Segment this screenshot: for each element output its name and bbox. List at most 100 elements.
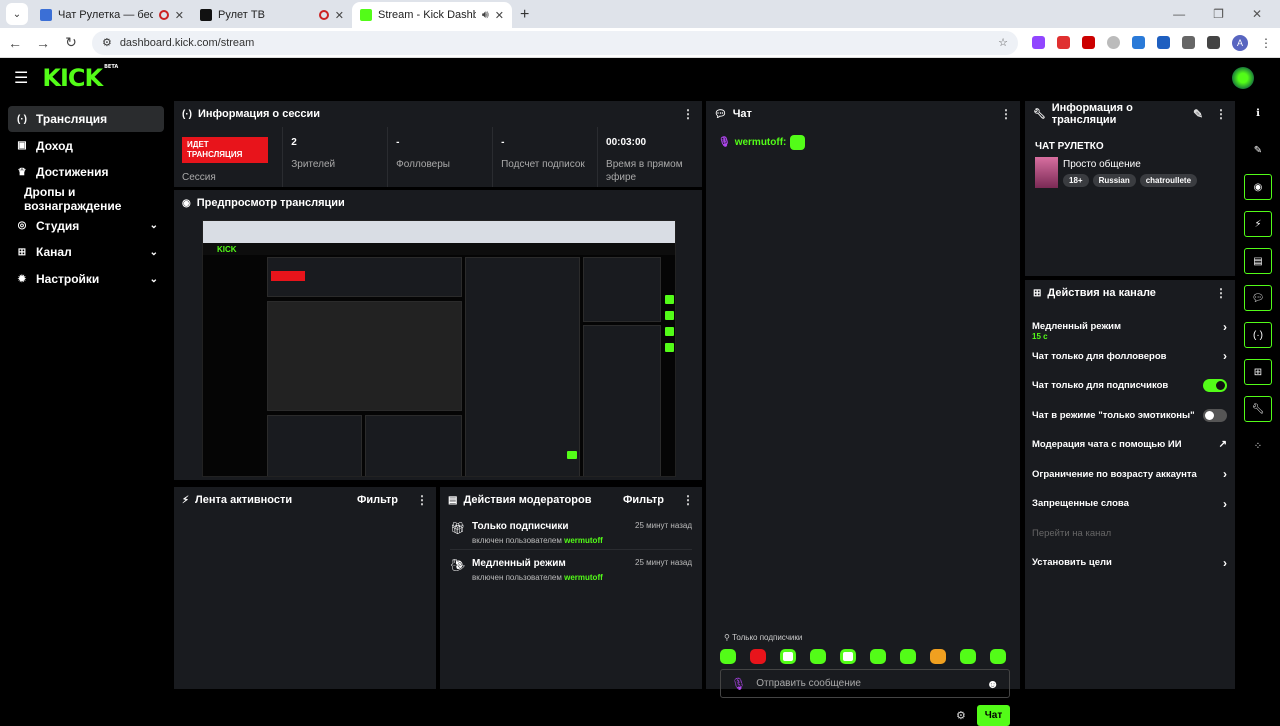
slow-mode-action[interactable]: Медленный режим 15 с › (1025, 312, 1235, 342)
ai-moderation-action[interactable]: Модерация чата с помощью ИИ ↗ (1025, 430, 1235, 460)
sidebar-item-settings[interactable]: ✹ Настройки ⌄ (8, 266, 164, 292)
tab-search-icon[interactable]: ⌄ (6, 3, 28, 25)
category-thumbnail (1035, 157, 1058, 188)
send-chat-button[interactable]: Чат (977, 705, 1010, 726)
wrench-icon[interactable]: 🔧︎ (1244, 396, 1272, 422)
address-bar[interactable]: ⚙ dashboard.kick.com/stream ☆ (91, 30, 1018, 55)
filter-button[interactable]: Фильтр (357, 494, 398, 506)
emote-icon[interactable] (810, 649, 826, 664)
new-tab-button[interactable]: + (520, 6, 529, 24)
emote-icon[interactable] (930, 649, 946, 664)
chat-settings-icon[interactable]: ⚙ (956, 709, 966, 722)
emote-only-toggle[interactable] (1203, 408, 1227, 422)
circle-extension-icon[interactable] (1107, 36, 1120, 49)
vpn-extension-icon[interactable] (1157, 36, 1170, 49)
youtube-extension-icon[interactable] (1082, 36, 1095, 49)
stream-category[interactable]: Просто общение (1063, 159, 1141, 170)
shield-extension-icon[interactable] (1057, 36, 1070, 49)
emote-icon[interactable] (900, 649, 916, 664)
emote-icon[interactable] (840, 649, 856, 664)
channel-actions-panel: ⊞ Действия на канале ⋮ Медленный режим 15… (1025, 280, 1235, 689)
tab-title: Рулет ТВ (218, 9, 265, 21)
minimize-icon[interactable]: — (1173, 7, 1185, 21)
emote-icon[interactable] (780, 649, 796, 664)
speaker-icon[interactable]: 🔊︎ (482, 9, 489, 22)
layout-icon[interactable]: ⁘ (1244, 433, 1272, 459)
document-icon[interactable]: ▤ (1244, 248, 1272, 274)
chat-input[interactable]: 🎙︎ Отправить сообщение ☻ (720, 669, 1010, 698)
sidebar-item-drops[interactable]: Дропы и вознаграждение (8, 185, 164, 213)
browser-tab-3[interactable]: Stream - Kick Dashboard 🔊︎ ✕ (352, 2, 512, 28)
preview-toggle-icon[interactable]: ◉ (1244, 174, 1272, 200)
media-icon[interactable] (1207, 36, 1220, 49)
more-options-icon[interactable]: ⋮ (682, 107, 694, 121)
panel-header: ▤ Действия модераторов Фильтр ⋮ (440, 487, 702, 513)
chat-mode-label: ⚲ Только подписчики (724, 633, 803, 642)
banned-words-action[interactable]: Запрещенные слова › (1025, 489, 1235, 519)
sidebar-item-stream[interactable]: (·) Трансляция (8, 106, 164, 132)
more-options-icon[interactable]: ⋮ (416, 493, 428, 507)
channel-icon[interactable]: ⊞ (1244, 359, 1272, 385)
followers-only-action[interactable]: Чат только для фолловеров › (1025, 342, 1235, 372)
chat-icon[interactable]: 💬︎ (1244, 285, 1272, 311)
session-info-panel: (·) Информация о сессии ⋮ ИДЕТ ТРАНСЛЯЦИ… (174, 101, 702, 187)
profile-avatar[interactable]: A (1232, 34, 1248, 51)
back-icon[interactable]: ← (8, 35, 22, 51)
forward-icon[interactable]: → (36, 35, 50, 51)
mod-action-time: 25 минут назад (635, 558, 692, 567)
sidebar-item-achievements[interactable]: ♛ Достижения (8, 159, 164, 185)
recording-icon (158, 10, 169, 20)
download-extension-icon[interactable] (1132, 36, 1145, 49)
edit-icon[interactable]: ✎ (1193, 107, 1203, 121)
panel-header: ◉ Предпросмотр трансляции (174, 190, 702, 216)
sidebar-item-studio[interactable]: ◎ Студия ⌄ (8, 213, 164, 239)
more-options-icon[interactable]: ⋮ (682, 493, 694, 507)
mod-action-user[interactable]: wermutoff (564, 573, 603, 582)
info-icon[interactable]: ℹ (1244, 100, 1272, 126)
emote-icon[interactable] (960, 649, 976, 664)
account-age-action[interactable]: Ограничение по возрасту аккаунта › (1025, 460, 1235, 490)
browser-toolbar: ← → ↻ ⚙ dashboard.kick.com/stream ☆ A ⋮ (0, 28, 1280, 58)
live-badge: ИДЕТ ТРАНСЛЯЦИЯ (182, 137, 268, 163)
lightning-icon[interactable]: ⚡︎ (1244, 211, 1272, 237)
stream-preview-video[interactable]: KICK (202, 220, 676, 477)
emote-icon[interactable] (870, 649, 886, 664)
emoji-icon[interactable]: ☻ (986, 677, 999, 691)
broadcast-icon[interactable]: (·) (1244, 322, 1272, 348)
menu-icon[interactable]: ☰ (14, 68, 28, 88)
close-tab-icon[interactable]: ✕ (175, 9, 184, 22)
close-tab-icon[interactable]: ✕ (495, 9, 504, 22)
filter-button[interactable]: Фильтр (623, 494, 664, 506)
sidebar-item-income[interactable]: ▣ Доход (8, 133, 164, 159)
bookmark-star-icon[interactable]: ☆ (998, 36, 1008, 49)
browser-tab-2[interactable]: Рулет ТВ ✕ (192, 2, 352, 28)
puzzle-icon[interactable] (1182, 36, 1195, 49)
broadcast-icon: (·) (17, 113, 27, 125)
more-options-icon[interactable]: ⋮ (1215, 286, 1227, 300)
sidebar-item-channel[interactable]: ⊞ Канал ⌄ (8, 239, 164, 265)
subscribers-only-toggle[interactable] (1203, 379, 1227, 393)
site-info-icon[interactable]: ⚙ (102, 36, 112, 49)
twitch-extension-icon[interactable] (1032, 36, 1045, 49)
browser-tab-1[interactable]: Чат Рулетка — бесплатный ✕ (32, 2, 192, 28)
tab-title: Stream - Kick Dashboard (378, 9, 476, 21)
channel-icon: ⊞ (17, 246, 27, 258)
mod-action-user[interactable]: wermutoff (564, 536, 603, 545)
edit-icon[interactable]: ✎ (1244, 137, 1272, 163)
sidebar-item-label: Канал (36, 245, 72, 260)
restore-icon[interactable]: ❐ (1213, 7, 1224, 21)
browser-menu-icon[interactable]: ⋮ (1260, 36, 1272, 50)
close-window-icon[interactable]: ✕ (1252, 7, 1262, 21)
more-options-icon[interactable]: ⋮ (1000, 107, 1012, 121)
chat-username[interactable]: wermutoff: (735, 137, 787, 148)
emote-icon[interactable] (720, 649, 736, 664)
more-options-icon[interactable]: ⋮ (1215, 107, 1227, 121)
emote-icon[interactable] (750, 649, 766, 664)
close-tab-icon[interactable]: ✕ (335, 9, 344, 22)
reload-icon[interactable]: ↻ (64, 34, 78, 51)
set-goals-action[interactable]: Установить цели › (1025, 548, 1235, 578)
mic-badge-icon: 🎙︎ (718, 137, 731, 148)
emote-icon[interactable] (990, 649, 1006, 664)
kick-logo[interactable]: KICK BETA (42, 64, 118, 92)
user-avatar[interactable] (1232, 67, 1254, 89)
